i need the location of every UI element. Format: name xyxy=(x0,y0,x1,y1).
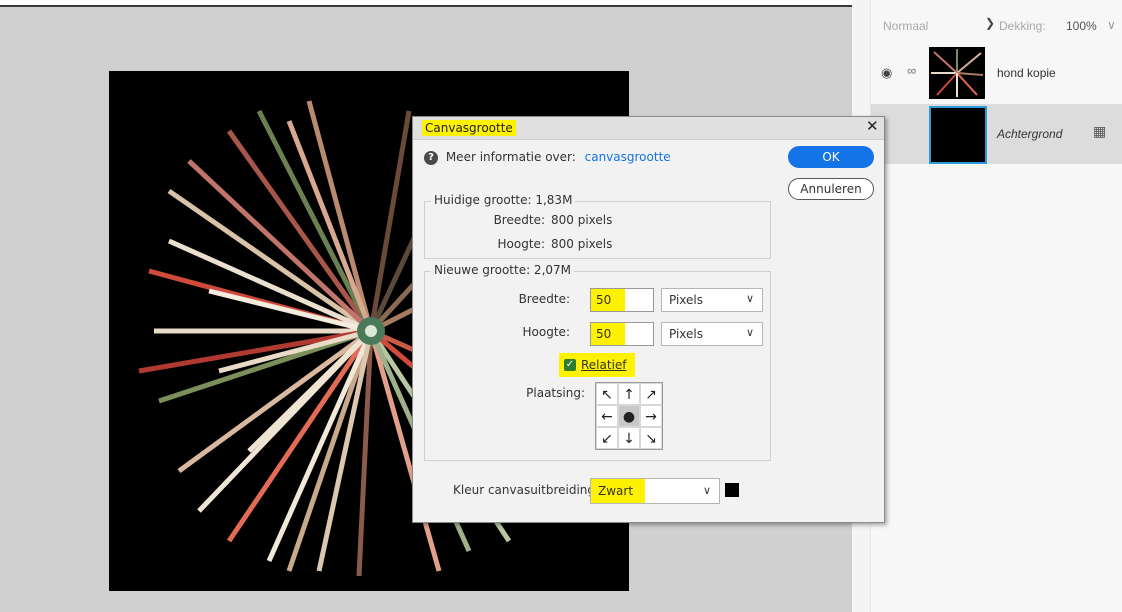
current-height-value: 800 pixels xyxy=(551,237,613,251)
layers-panel: Normaal ❯ Dekking: 100% ∨ ◉ ∞ hond kopie… xyxy=(852,0,1122,612)
arrow-up-icon[interactable]: ↑ xyxy=(618,383,640,405)
question-icon: ? xyxy=(424,150,438,165)
width-unit-select[interactable]: Pixels ∨ xyxy=(661,288,763,312)
height-unit-value: Pixels xyxy=(669,327,704,341)
layer-name[interactable]: hond kopie xyxy=(997,66,1056,80)
help-link[interactable]: canvasgrootte xyxy=(585,150,671,164)
new-size-label: Nieuwe grootte: 2,07M xyxy=(431,263,575,277)
anchor-center-icon[interactable]: ● xyxy=(618,405,640,427)
chevron-down-icon[interactable]: ❯ xyxy=(985,16,995,30)
current-width-value: 800 pixels xyxy=(551,213,613,227)
canvas-size-dialog: Canvasgrootte ✕ ? Meer informatie over: … xyxy=(412,116,885,523)
chevron-down-icon: ∨ xyxy=(745,292,754,305)
color-swatch[interactable] xyxy=(725,483,739,497)
height-input[interactable]: 50 xyxy=(590,322,654,346)
current-height-label: Hoogte: xyxy=(497,237,545,251)
chevron-down-icon: ∨ xyxy=(702,484,711,497)
opacity-chevron-icon[interactable]: ∨ xyxy=(1107,18,1116,32)
arrow-left-icon[interactable]: ← xyxy=(596,405,618,427)
current-size-label: Huidige grootte: 1,83M xyxy=(431,193,576,207)
opacity-value[interactable]: 100% xyxy=(1066,19,1097,33)
dialog-title: Canvasgrootte xyxy=(422,120,516,136)
current-width-label: Breedte: xyxy=(493,213,545,227)
extension-color-value: Zwart xyxy=(598,484,634,498)
help-row: ? Meer informatie over: canvasgrootte xyxy=(424,150,671,165)
relative-checkbox[interactable]: ✓ xyxy=(564,359,576,371)
layer-thumbnail xyxy=(929,106,987,164)
layers-panel-toolbar: Normaal ❯ Dekking: 100% ∨ xyxy=(871,0,1122,44)
layer-name[interactable]: Achtergrond xyxy=(997,127,1062,141)
new-width-label: Breedte: xyxy=(518,292,570,306)
width-input[interactable]: 50 xyxy=(590,288,654,312)
layers-panel-body: Normaal ❯ Dekking: 100% ∨ ◉ ∞ hond kopie… xyxy=(870,0,1122,612)
cancel-button[interactable]: Annuleren xyxy=(788,178,874,200)
dialog-titlebar[interactable]: Canvasgrootte ✕ xyxy=(413,117,884,140)
extension-color-select[interactable]: Zwart ∨ xyxy=(590,478,720,504)
width-value: 50 xyxy=(596,293,612,307)
anchor-label: Plaatsing: xyxy=(526,386,585,400)
height-unit-select[interactable]: Pixels ∨ xyxy=(661,322,763,346)
lock-icon: ▦ xyxy=(1093,123,1107,139)
arrow-bottom-left-icon[interactable]: ↙ xyxy=(596,427,618,449)
arrow-bottom-right-icon[interactable]: ↘ xyxy=(640,427,662,449)
help-text: Meer informatie over: xyxy=(445,150,576,164)
extension-color-label: Kleur canvasuitbreiding: xyxy=(453,483,600,497)
close-icon[interactable]: ✕ xyxy=(866,117,879,135)
arrow-right-icon[interactable]: → xyxy=(640,405,662,427)
arrow-top-right-icon[interactable]: ↗ xyxy=(640,383,662,405)
arrow-top-left-icon[interactable]: ↖ xyxy=(596,383,618,405)
opacity-label: Dekking: xyxy=(999,19,1046,33)
blend-mode-select[interactable]: Normaal xyxy=(883,19,928,33)
layer-row[interactable]: ◉ ∞ hond kopie xyxy=(871,43,1122,103)
eye-icon[interactable]: ◉ xyxy=(881,65,892,81)
layer-row-selected[interactable]: Achtergrond ▦ xyxy=(871,104,1122,164)
anchor-grid[interactable]: ↖ ↑ ↗ ← ● → ↙ ↓ ↘ xyxy=(595,382,663,450)
layer-thumbnail-image xyxy=(931,49,984,97)
chevron-down-icon: ∨ xyxy=(745,326,754,339)
relative-label[interactable]: Relatief xyxy=(581,358,627,372)
width-unit-value: Pixels xyxy=(669,293,704,307)
top-divider xyxy=(0,5,852,7)
layer-thumbnail xyxy=(929,47,985,99)
arrow-down-icon[interactable]: ↓ xyxy=(618,427,640,449)
ok-button[interactable]: OK xyxy=(788,146,874,168)
link-icon[interactable]: ∞ xyxy=(907,63,916,78)
new-height-label: Hoogte: xyxy=(522,325,570,339)
height-value: 50 xyxy=(596,327,612,341)
current-size-group: Huidige grootte: 1,83M Breedte: 800 pixe… xyxy=(424,193,771,259)
